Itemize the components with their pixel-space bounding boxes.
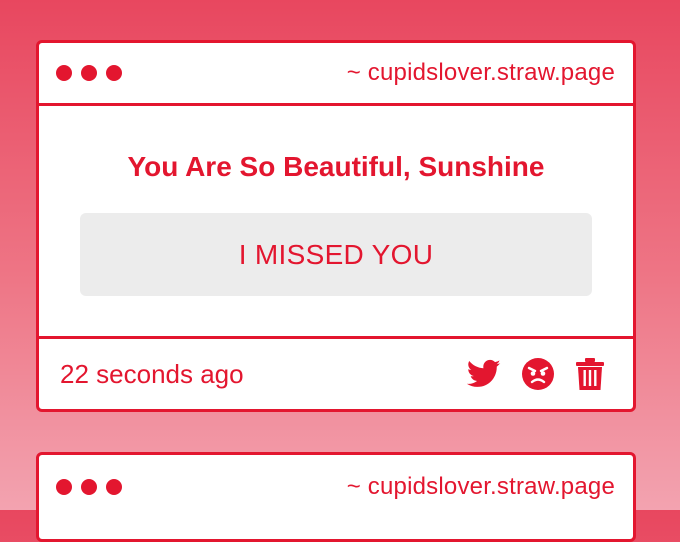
site-url[interactable]: ~ cupidslover.straw.page xyxy=(347,473,615,501)
card-footer: 22 seconds ago xyxy=(39,339,633,409)
dot xyxy=(56,65,72,81)
window-dots xyxy=(56,478,122,495)
card-header: ~ cupidslover.straw.page xyxy=(39,455,633,518)
timestamp: 22 seconds ago xyxy=(60,358,244,389)
twitter-icon[interactable] xyxy=(467,359,501,389)
post-title: You Are So Beautiful, Sunshine xyxy=(127,151,545,182)
site-url[interactable]: ~ cupidslover.straw.page xyxy=(347,59,615,87)
dot xyxy=(81,478,97,495)
card-header: ~ cupidslover.straw.page xyxy=(39,43,633,106)
post-card: ~ cupidslover.straw.page xyxy=(36,452,636,542)
dot xyxy=(106,65,122,81)
dot xyxy=(81,65,97,81)
window-dots xyxy=(56,65,122,81)
message-box: I MISSED YOU xyxy=(80,213,592,296)
dot xyxy=(56,478,72,495)
angry-face-icon[interactable] xyxy=(521,357,555,391)
dot xyxy=(106,478,122,495)
post-card: ~ cupidslover.straw.page You Are So Beau… xyxy=(36,40,636,412)
trash-icon[interactable] xyxy=(575,357,605,391)
post-actions xyxy=(467,357,605,391)
card-body: You Are So Beautiful, Sunshine I MISSED … xyxy=(39,106,633,339)
message-text: I MISSED YOU xyxy=(238,238,434,270)
